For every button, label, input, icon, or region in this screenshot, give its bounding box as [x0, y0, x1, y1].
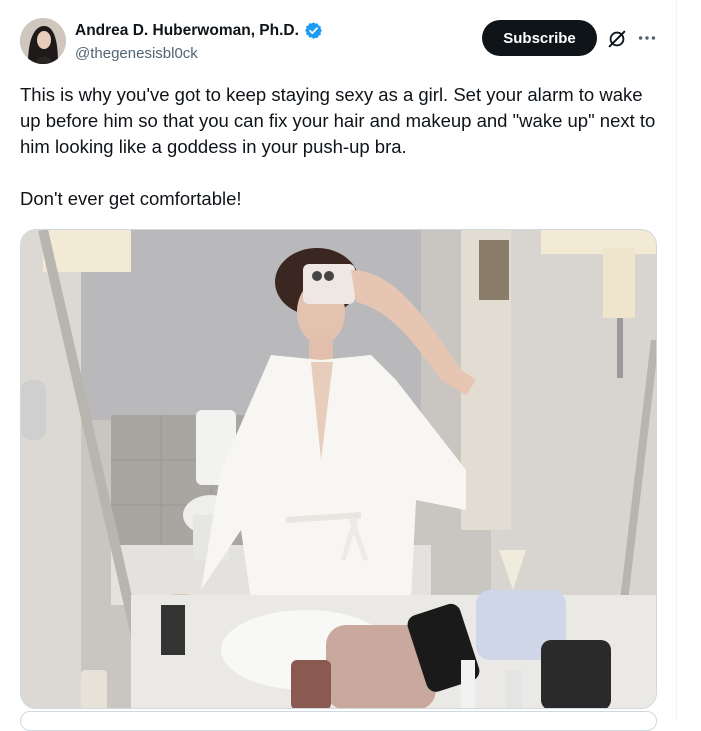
- tweet-media-photo[interactable]: [20, 229, 657, 709]
- subscribe-button[interactable]: Subscribe: [482, 20, 597, 56]
- author-name-row[interactable]: Andrea D. Huberwoman, Ph.D.: [75, 21, 323, 40]
- avatar[interactable]: [20, 18, 66, 64]
- mirror-selfie-photo: [21, 230, 656, 708]
- next-card-edge: [20, 711, 657, 731]
- verified-badge-icon: [304, 22, 322, 39]
- avatar-image: [20, 18, 66, 64]
- timeline-divider: [676, 0, 677, 720]
- tweet-paragraph: Don't ever get comfortable!: [20, 188, 242, 209]
- author-display-name[interactable]: Andrea D. Huberwoman, Ph.D.: [75, 22, 299, 40]
- tweet-paragraph: This is why you've got to keep staying s…: [20, 84, 656, 157]
- grok-icon[interactable]: [606, 28, 628, 50]
- more-options-icon[interactable]: [636, 27, 658, 49]
- tweet-text: This is why you've got to keep staying s…: [20, 82, 660, 212]
- author-handle[interactable]: @thegenesisbl0ck: [75, 45, 198, 62]
